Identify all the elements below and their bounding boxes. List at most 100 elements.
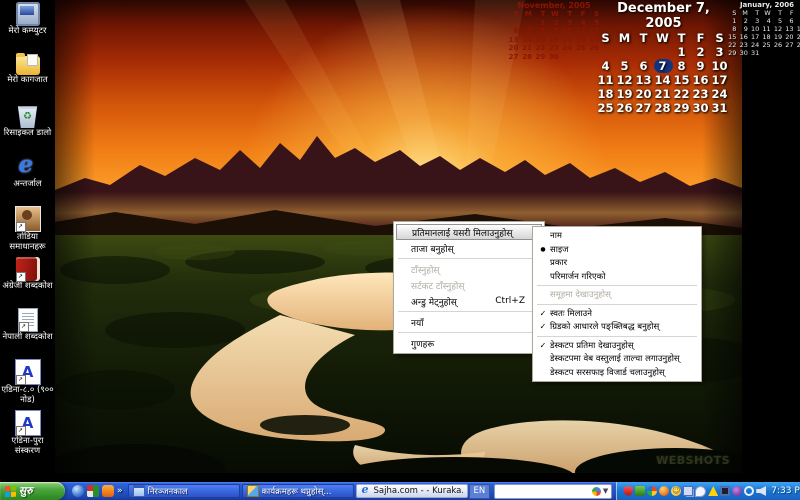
- security-shield-icon[interactable]: [623, 486, 633, 496]
- calendar-december: December 7, 2005SMTWTFS12345678910111213…: [597, 1, 730, 115]
- menu-item-label: ताजा बनुहोस्: [411, 242, 454, 255]
- task-label: कार्यक्रमहरू थप्नुहोस्...: [262, 486, 332, 497]
- calendar-day: 23: [547, 44, 560, 53]
- calendar-day-header: F: [574, 10, 587, 19]
- calendar-day: 6: [507, 27, 520, 36]
- menu-item-sort-by-name[interactable]: नाम: [535, 229, 699, 243]
- calendar-day: [561, 53, 574, 62]
- calendar-day-header: T: [750, 9, 761, 17]
- recycle-bin-icon: [16, 104, 40, 128]
- start-button-label: सुरु: [19, 484, 32, 498]
- menu-item-show-desktop-icons[interactable]: ✓डेस्कटप प्रतिमा देखाउनुहोस्: [535, 339, 699, 353]
- menu-item-sort-by-modified[interactable]: परिमार्जन गरिएको: [535, 270, 699, 284]
- desktop-icon-label: अंग्रेजी शब्दकोश: [0, 282, 55, 292]
- orange-app-icon[interactable]: [102, 485, 114, 497]
- network-computers-icon[interactable]: [683, 486, 693, 496]
- chevron-down-icon[interactable]: ▼: [603, 487, 608, 495]
- orange-ball-icon[interactable]: [659, 486, 669, 496]
- menu-item-desktop-cleanup-wizard[interactable]: डेस्कटप सरसफाइ विजार्ड चलाउनुहोस्: [535, 366, 699, 380]
- volume-muted-icon[interactable]: [756, 486, 766, 496]
- chat-app-icon[interactable]: [87, 485, 99, 497]
- magnifier-icon[interactable]: [744, 486, 754, 496]
- green-utility-icon[interactable]: [635, 486, 645, 496]
- desktop-icon-my-documents[interactable]: मेरो कागजात: [0, 53, 55, 102]
- menu-item-paste-shortcut[interactable]: सर्टकट टाँस्नुहोस्: [396, 277, 542, 293]
- calendar-day: 28: [520, 53, 533, 62]
- menu-separator: [398, 258, 540, 259]
- globe-app-icon[interactable]: [72, 485, 84, 497]
- menu-item-sort-by-size[interactable]: ●साइज: [535, 243, 699, 257]
- menu-item-show-in-groups[interactable]: समूहमा देखाउनुहोस्: [535, 288, 699, 302]
- menu-item-label: डेस्कटप प्रतिमा देखाउनुहोस्: [550, 340, 634, 351]
- calendar-day: 11: [574, 27, 587, 36]
- calendar-day: 15: [727, 33, 738, 41]
- menu-item-label: डेस्कटपमा वेब वस्तुलाई ताल्चा लगाउनुहोस्: [550, 353, 680, 364]
- clock[interactable]: 7:33 PM: [771, 486, 800, 496]
- calendar-day: 21: [654, 87, 673, 101]
- calendar-day: 22: [727, 41, 738, 49]
- calendar-title: January, 2006: [727, 1, 800, 9]
- taskbar-task-1[interactable]: निरञ्जनकाल: [128, 484, 240, 498]
- start-button[interactable]: सुरु: [0, 482, 65, 500]
- menu-item-new[interactable]: नयाँ►: [396, 314, 542, 330]
- menu-item-align-to-grid[interactable]: ✓ग्रिडको आधारले पङ्क्तिबद्ध बनुहोस्: [535, 320, 699, 334]
- task-label: Sajha.com - - Kuraka...: [374, 486, 463, 496]
- purple-app-icon[interactable]: [732, 486, 742, 496]
- menu-item-refresh[interactable]: ताजा बनुहोस्: [396, 240, 542, 256]
- calendar-title: December 7, 2005: [597, 1, 730, 31]
- calendar-november: November, 2005SMTWTFS1234567891011121314…: [507, 1, 601, 61]
- desktop-search-box[interactable]: ▼: [494, 484, 612, 499]
- multicolor-ball-icon[interactable]: [647, 486, 657, 496]
- menu-item-arrange-icons-by[interactable]: प्रतिमानलाई यसरी मिलाउनुहोस्►: [396, 224, 542, 240]
- red-book-icon: [16, 257, 40, 281]
- language-indicator[interactable]: EN: [469, 484, 491, 499]
- my-computer-icon: [16, 2, 40, 26]
- menu-item-lock-web-items[interactable]: डेस्कटपमा वेब वस्तुलाई ताल्चा लगाउनुहोस्: [535, 352, 699, 366]
- desktop-icon-my-computer[interactable]: मेरो कम्प्युटर: [0, 2, 55, 51]
- calendar-day: 17: [561, 36, 574, 45]
- display-monitor-icon[interactable]: [720, 486, 730, 496]
- chat-bubble-icon[interactable]: [695, 486, 706, 497]
- menu-separator: [398, 332, 540, 333]
- desktop-icon-internet[interactable]: अन्तर्जाल: [0, 155, 55, 204]
- desktop-icon-label: मेरो कागजात: [0, 76, 55, 86]
- desktop[interactable]: WEBSHOTS मेरो कम्प्युटर मेरो कागजात रिसाइक…: [0, 0, 800, 500]
- taskbar-task-2[interactable]: कार्यक्रमहरू थप्नुहोस्...: [242, 484, 354, 498]
- calendar-day-header: S: [597, 31, 616, 45]
- desktop-icon-english-dictionary[interactable]: अंग्रेजी शब्दकोश: [0, 257, 55, 306]
- calendar-day: 28: [654, 101, 673, 115]
- calendar-day: 18: [597, 87, 616, 101]
- menu-item-properties[interactable]: गुणहरू: [396, 335, 542, 351]
- calendar-day: 14: [654, 73, 673, 87]
- calendar-day: 30: [547, 53, 560, 62]
- taskbar-tasks: निरञ्जनकाल कार्यक्रमहरू थप्नुहोस्... Sajha…: [127, 482, 469, 500]
- warning-triangle-icon[interactable]: [708, 486, 718, 496]
- calendar-day: 7: [796, 17, 800, 25]
- desktop-icon-photo-solutions[interactable]: तोडिया समाधानहरू: [0, 206, 55, 255]
- calendar-day: 4: [597, 59, 616, 73]
- calendar-day: 25: [597, 101, 616, 115]
- wallpaper-watermark: WEBSHOTS: [656, 454, 730, 467]
- document-icon: [18, 308, 38, 332]
- calendar-day: [574, 53, 587, 62]
- desktop-icon-recycle-bin[interactable]: रिसाइकल डालो: [0, 104, 55, 153]
- desktop-icon-label: एडिना-पुरा संस्करण: [0, 437, 55, 457]
- menu-item-undo-delete[interactable]: अन्डु मेट्नुहोस्Ctrl+Z: [396, 293, 542, 309]
- calendar-day: [597, 45, 616, 59]
- menu-item-paste[interactable]: टाँस्नुहोस्: [396, 261, 542, 277]
- taskbar-task-3[interactable]: Sajha.com - - Kuraka...: [356, 484, 468, 498]
- calendar-title: November, 2005: [507, 1, 601, 10]
- quick-launch-overflow-chevron[interactable]: »: [117, 486, 123, 496]
- smiley-icon[interactable]: ☺: [671, 486, 681, 496]
- menu-item-auto-arrange[interactable]: ✓स्वतः मिलाउने: [535, 307, 699, 321]
- desktop-icon-adina-8[interactable]: एडिना-८.० (९०० नोड): [0, 359, 55, 408]
- menu-item-label: नयाँ: [411, 316, 424, 329]
- calendar-day: 15: [673, 73, 692, 87]
- calendar-day: 14: [796, 25, 800, 33]
- calendar-day: 9: [692, 59, 711, 73]
- calendar-day: 20: [507, 44, 520, 53]
- desktop-icon-adina-full[interactable]: एडिना-पुरा संस्करण: [0, 410, 55, 459]
- menu-item-label: गुणहरू: [411, 337, 434, 350]
- desktop-icon-nepali-dictionary[interactable]: नेपाली शब्दकोश: [0, 308, 55, 357]
- menu-item-sort-by-type[interactable]: प्रकार: [535, 256, 699, 270]
